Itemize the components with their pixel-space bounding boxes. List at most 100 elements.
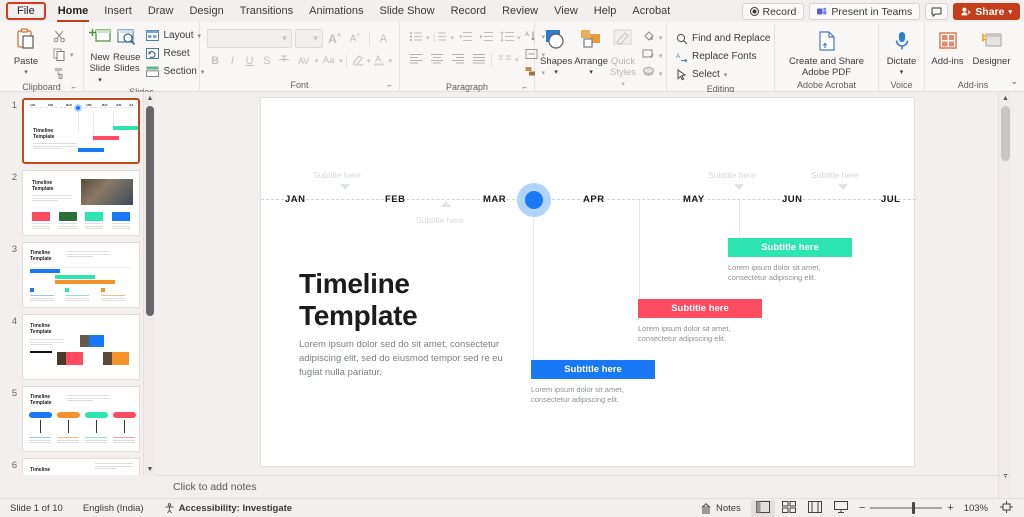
shapes-button[interactable]: Shapes ▾ <box>540 27 572 78</box>
increase-indent-button[interactable] <box>475 29 496 47</box>
comments-button[interactable] <box>925 3 948 20</box>
timeline-card-red-title[interactable]: Subtitle here <box>638 299 762 318</box>
layout-button[interactable]: Layout ▾ <box>142 27 208 44</box>
menu-tab-record[interactable]: Record <box>443 1 494 22</box>
menu-tab-home[interactable]: Home <box>50 1 97 22</box>
thumbnail-scrollbar-thumb[interactable] <box>146 106 154 316</box>
timeline-card-green-title[interactable]: Subtitle here <box>728 238 852 257</box>
zoom-slider[interactable]: − + <box>855 502 958 514</box>
clear-formatting-button[interactable]: A <box>375 29 392 48</box>
thumbnail-1-preview[interactable]: JAN FEB MAR APR MAY JUN JUL Timeline Tem… <box>22 98 140 164</box>
select-button[interactable]: Select ▾ <box>672 66 769 83</box>
shape-fill-button[interactable]: ▾ <box>638 29 667 46</box>
menu-tab-review[interactable]: Review <box>494 1 546 22</box>
align-right-button[interactable] <box>447 51 468 69</box>
paste-button[interactable]: Paste ▾ <box>5 25 47 78</box>
thumbnail-pane-scrollbar[interactable]: ▲ ▼ <box>143 92 155 475</box>
ribbon-collapse-button[interactable]: ⌄ <box>1010 76 1018 87</box>
menu-tab-view[interactable]: View <box>546 1 586 22</box>
view-slide-sorter-button[interactable] <box>777 500 801 517</box>
columns-button[interactable] <box>494 51 515 69</box>
menu-tab-transitions[interactable]: Transitions <box>232 1 301 22</box>
decrease-indent-button[interactable] <box>454 29 475 47</box>
thumbnail-scroll-up-arrow[interactable]: ▲ <box>144 92 155 104</box>
timeline-card-red-caption[interactable]: Lorem ipsum dolor sit amet, consectetur … <box>638 324 758 344</box>
font-name-input[interactable]: ▾ <box>207 29 292 48</box>
font-size-input[interactable]: ▾ <box>295 29 323 48</box>
bold-button[interactable]: B <box>207 51 223 70</box>
thumbnail-item-3[interactable]: 3 Timeline Template <box>0 236 155 308</box>
record-button[interactable]: Record <box>742 3 805 20</box>
quick-styles-button[interactable]: Quick Styles ▾ <box>610 27 636 90</box>
zoom-out-button[interactable]: − <box>859 502 865 514</box>
timeline-current-marker[interactable] <box>525 191 543 209</box>
align-center-button[interactable] <box>426 51 447 69</box>
zoom-slider-track[interactable] <box>870 507 942 509</box>
change-case-button[interactable]: Aa <box>319 51 338 70</box>
slide-area-scrollbar[interactable]: ▲ ▼ <box>998 92 1011 498</box>
slide-editing-surface[interactable]: JAN FEB MAR APR MAY JUN JUL Subtitle her… <box>260 97 915 467</box>
thumbnail-scroll-down-arrow[interactable]: ▼ <box>144 463 155 475</box>
share-button[interactable]: Share ▾ <box>953 3 1020 20</box>
thumbnail-3-preview[interactable]: Timeline Template <box>22 242 140 308</box>
format-painter-button[interactable] <box>49 64 78 81</box>
align-left-button[interactable] <box>405 51 426 69</box>
font-dialog-launcher[interactable]: ⌐ <box>387 79 392 92</box>
thumbnail-item-4[interactable]: 4 Timeline Template <box>0 308 155 380</box>
view-normal-button[interactable] <box>751 500 775 517</box>
slide-thumbnail-pane[interactable]: 1 JAN FEB MAR APR MAY JUN JUL Ti <box>0 92 155 475</box>
shape-effects-button[interactable]: ▾ <box>638 65 667 82</box>
add-ins-button[interactable]: Add-ins <box>930 29 965 67</box>
thumbnail-6-preview[interactable]: Timeline <box>22 458 140 475</box>
designer-button[interactable]: Designer <box>967 29 1016 67</box>
slide-scrollbar-thumb[interactable] <box>1001 106 1010 161</box>
arrange-button[interactable]: Arrange ▾ <box>574 27 608 78</box>
menu-tab-draw[interactable]: Draw <box>140 1 182 22</box>
timeline-card-blue-title[interactable]: Subtitle here <box>531 360 655 379</box>
justify-button[interactable] <box>468 51 489 69</box>
cut-button[interactable] <box>49 28 78 45</box>
dictate-button[interactable]: Dictate ▾ <box>884 29 919 78</box>
numbering-button[interactable]: 123 <box>430 29 451 47</box>
reuse-slides-button[interactable]: Reuse Slides <box>113 25 140 74</box>
view-reading-button[interactable] <box>803 500 827 517</box>
zoom-slider-handle[interactable] <box>912 502 915 514</box>
new-slide-button[interactable]: New Slide ▾ <box>89 25 111 86</box>
thumbnail-item-1[interactable]: 1 JAN FEB MAR APR MAY JUN JUL Ti <box>0 92 155 164</box>
character-spacing-button[interactable]: AV <box>293 51 314 70</box>
present-in-teams-button[interactable]: Present in Teams <box>809 3 920 20</box>
copy-button[interactable]: ▾ <box>49 46 78 63</box>
thumbnail-4-preview[interactable]: Timeline Template <box>22 314 140 380</box>
find-and-replace-button[interactable]: Find and Replace <box>672 30 769 47</box>
slide-count-indicator[interactable]: Slide 1 of 10 <box>0 503 73 514</box>
thumbnail-5-preview[interactable]: Timeline Template <box>22 386 140 452</box>
notes-toggle-button[interactable]: Notes <box>692 503 749 514</box>
slide-title[interactable]: Timeline Template <box>299 268 417 332</box>
slide-scroll-up-arrow[interactable]: ▲ <box>999 92 1012 105</box>
bullets-button[interactable] <box>405 29 426 47</box>
shape-outline-button[interactable]: ▾ <box>638 47 667 64</box>
menu-tab-help[interactable]: Help <box>586 1 625 22</box>
strikethrough-button[interactable] <box>276 51 292 70</box>
fit-to-window-button[interactable] <box>994 500 1018 517</box>
thumbnail-item-5[interactable]: 5 Timeline Template <box>0 380 155 452</box>
thumbnail-item-6[interactable]: 6 Timeline <box>0 452 155 475</box>
notes-pane[interactable]: Click to add notes <box>155 475 1011 498</box>
zoom-in-button[interactable]: + <box>947 502 953 514</box>
zoom-level-indicator[interactable]: 103% <box>960 503 992 514</box>
timeline-card-green-caption[interactable]: Lorem ipsum dolor sit amet, consectetur … <box>728 263 848 283</box>
view-slideshow-button[interactable] <box>829 500 853 517</box>
text-shadow-button[interactable]: S <box>259 51 275 70</box>
timeline-card-blue-caption[interactable]: Lorem ipsum dolor sit amet, consectetur … <box>531 385 651 405</box>
menu-tab-slide-show[interactable]: Slide Show <box>372 1 443 22</box>
italic-button[interactable]: I <box>224 51 240 70</box>
slide-body-text[interactable]: Lorem ipsum dolor sed do sit amet, conse… <box>299 338 509 380</box>
language-indicator[interactable]: English (India) <box>73 503 154 514</box>
thumbnail-item-2[interactable]: 2 Timeline Template <box>0 164 155 236</box>
thumbnail-2-preview[interactable]: Timeline Template <box>22 170 140 236</box>
replace-fonts-button[interactable]: A Replace Fonts <box>672 48 769 65</box>
create-and-share-adobe-pdf-button[interactable]: Create and Share Adobe PDF <box>788 29 866 78</box>
font-color-button[interactable]: A <box>371 51 387 70</box>
text-highlight-button[interactable] <box>349 51 365 70</box>
grow-font-button[interactable]: A˄ <box>326 29 343 48</box>
